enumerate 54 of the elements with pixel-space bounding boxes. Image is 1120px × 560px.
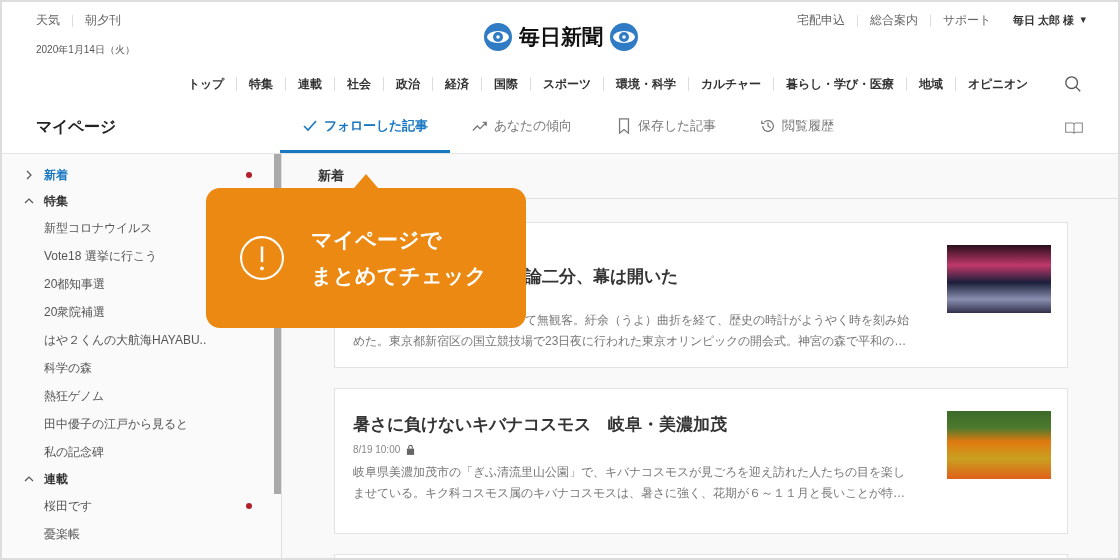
- date-text: 2020年1月14日（火）: [36, 43, 136, 57]
- article-time: 8/19 10:00: [353, 443, 401, 455]
- logo-emblem-icon: [483, 22, 513, 52]
- header-link[interactable]: サポート: [943, 12, 992, 29]
- nav-link[interactable]: 環境・科学: [616, 75, 676, 93]
- exclamation-icon: [239, 235, 285, 281]
- sidebar-item[interactable]: 特集: [24, 188, 274, 214]
- sidebar-item[interactable]: 田中優子の江戸から見ると: [24, 410, 274, 438]
- nav-link[interactable]: 地域: [919, 75, 943, 93]
- sidebar-item[interactable]: 桜田です: [24, 492, 274, 520]
- article-summary-line: ませている。キク科コスモス属のキバナコスモスは、暑さに強く、花期が６～１１月と長いことが特…: [353, 485, 905, 502]
- nav-link[interactable]: 国際: [494, 75, 518, 93]
- logo-emblem-icon: [609, 22, 639, 52]
- article-summary-line: めた。東京都新宿区の国立競技場で23日夜に行われた東京オリンピックの開会式。神宮の森で平和の…: [353, 333, 907, 350]
- tab[interactable]: 閲覧履歴: [738, 102, 856, 153]
- nav-link[interactable]: カルチャー: [701, 75, 761, 93]
- nav-link[interactable]: スポーツ: [543, 75, 591, 93]
- nav-link[interactable]: オピニオン: [968, 75, 1028, 93]
- nav-link[interactable]: 政治: [396, 75, 420, 93]
- sidebar-item[interactable]: 憂楽帳: [24, 520, 274, 548]
- sidebar-item[interactable]: 連載: [24, 466, 274, 492]
- page-title: マイページ: [36, 117, 117, 137]
- nav-link[interactable]: 経済: [445, 75, 469, 93]
- sidebar-item[interactable]: 熱狂ゲノム: [24, 382, 274, 410]
- chevron-icon: [24, 170, 34, 180]
- chevron-icon: [24, 474, 34, 484]
- sidebar-item[interactable]: 新着: [24, 162, 274, 188]
- history-icon: [760, 118, 776, 134]
- tab[interactable]: 保存した記事: [594, 102, 738, 153]
- nav-link[interactable]: トップ: [188, 75, 224, 93]
- section-title: 新着: [318, 167, 344, 185]
- header-link[interactable]: 天気: [36, 12, 60, 29]
- sidebar-item[interactable]: 私の記念碑: [24, 438, 274, 466]
- tab[interactable]: あなたの傾向: [450, 102, 594, 153]
- nav-link[interactable]: 特集: [249, 75, 273, 93]
- article-card[interactable]: 暑さに負けないキバナコスモス 岐阜・美濃加茂 8/19 10:00 岐阜県美濃加茂市の「ぎふ清流里山公園」で、キバナコスモスが見ごろを迎え訪れた人たちの目を楽し ませている。キク科コスモス属のキバナコスモスは、暑さに強く、花期が６～１１月と長いことが特…: [334, 388, 1068, 534]
- sidebar-item[interactable]: 科学の森: [24, 354, 274, 382]
- sidebar-item[interactable]: はや２くんの大航海HAYABU..: [24, 326, 274, 354]
- user-menu[interactable]: 毎日 太郎 様 ▾: [1013, 13, 1086, 28]
- bookmark-icon: [616, 118, 632, 134]
- search-icon[interactable]: [1064, 75, 1082, 93]
- book-icon[interactable]: [1064, 119, 1084, 136]
- nav-link[interactable]: 暮らし・学び・医療: [786, 75, 894, 93]
- header-link[interactable]: 朝夕刊: [85, 12, 121, 29]
- nav-link[interactable]: 社会: [347, 75, 371, 93]
- article-summary-line: 岐阜県美濃加茂市の「ぎふ清流里山公園」で、キバナコスモスが見ごろを迎え訪れた人たちの目を楽し: [353, 464, 905, 481]
- article-summary-line: て無観客。紆余（うよ）曲折を経て、歴史の時計がようやく時を刻み始: [525, 312, 909, 329]
- article-title[interactable]: 暑さに負けないキバナコスモス 岐阜・美濃加茂: [353, 413, 933, 436]
- nav-link[interactable]: 連載: [298, 75, 322, 93]
- check-icon: [302, 118, 318, 134]
- chevron-icon: [24, 196, 34, 206]
- header-link[interactable]: 宅配申込: [797, 12, 846, 29]
- header-link[interactable]: 総合案内: [870, 12, 919, 29]
- logo-text[interactable]: 毎日新聞: [519, 23, 603, 51]
